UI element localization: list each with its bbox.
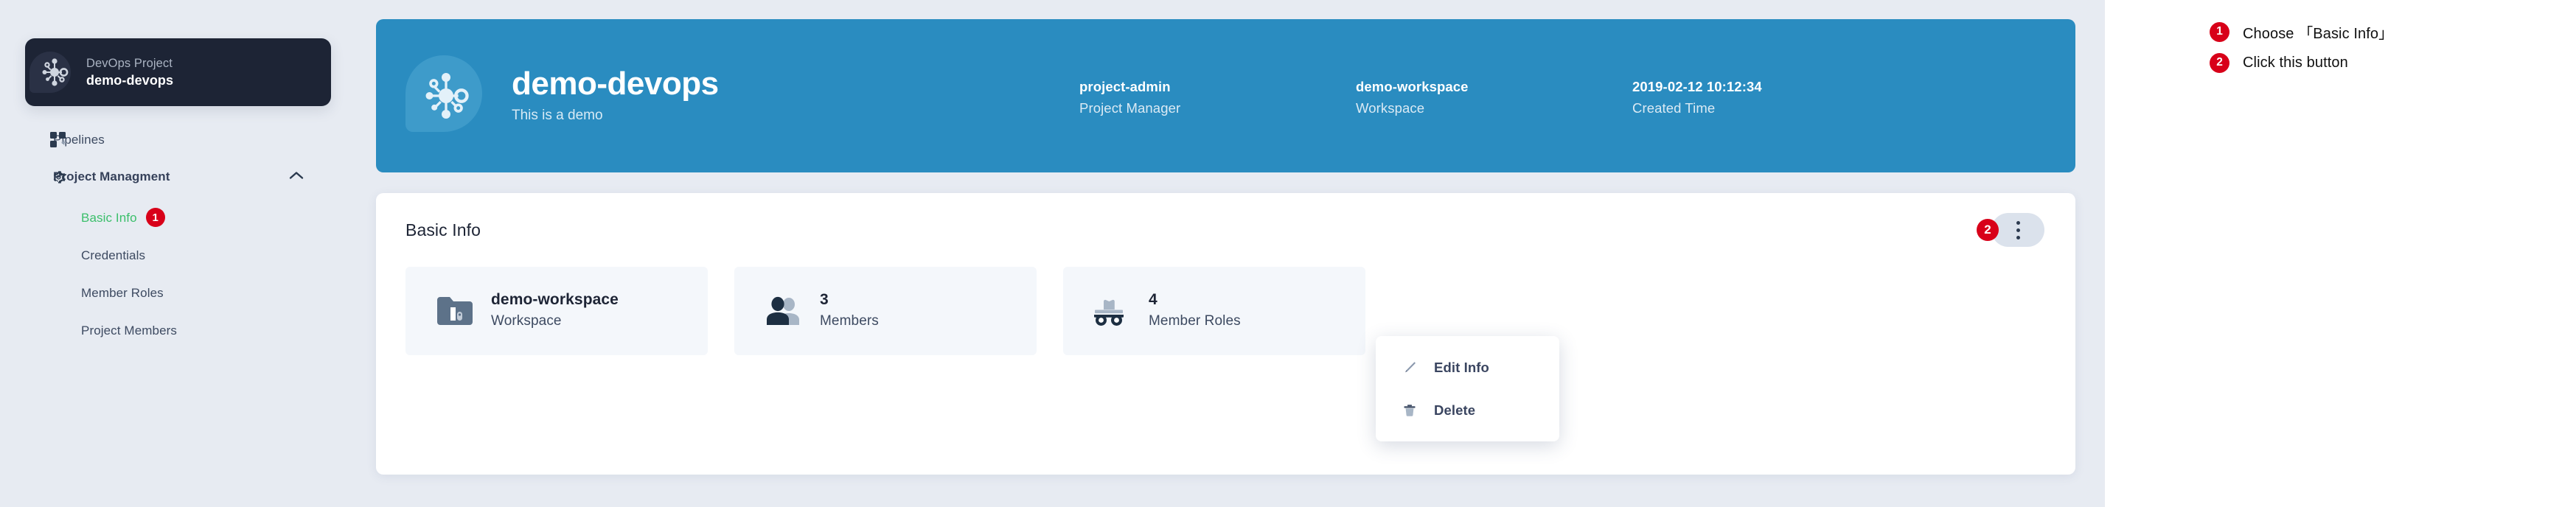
sidebar-item-label: Credentials <box>81 248 146 262</box>
sidebar-item-label: Member Roles <box>81 285 164 300</box>
actions-dropdown-menu: Edit Info Delete <box>1376 336 1559 441</box>
sidebar-item-project-managment[interactable]: Project Managment <box>0 161 376 193</box>
sidebar-item-basic-info[interactable]: Basic Info 1 <box>0 199 376 237</box>
hero-title-block: demo-devops This is a demo <box>512 65 1079 127</box>
hero-meta-value: demo-workspace <box>1356 79 1469 94</box>
stat-card-workspace[interactable]: demo-workspace Workspace <box>405 267 708 355</box>
hero-meta-created-time: 2019-02-12 10:12:34 Created Time <box>1632 77 1909 119</box>
pipelines-grid-icon <box>49 130 68 150</box>
stat-card-member-roles[interactable]: 4 Member Roles <box>1063 267 1365 355</box>
annotation-badge: 2 <box>2210 52 2229 73</box>
stat-card-members[interactable]: 3 Members <box>734 267 1037 355</box>
annotation-panel: 1 Choose 「Basic Info」 2 Click this butto… <box>2105 0 2576 507</box>
annotation-text: Click this button <box>2243 54 2348 71</box>
workspace-folder-icon <box>428 294 482 328</box>
annotation-badge: 1 <box>2210 21 2229 42</box>
stat-card-value: 3 <box>820 291 829 308</box>
page-title: demo-devops <box>512 66 719 102</box>
stat-card-label: Members <box>820 313 879 329</box>
stat-card-text: 3 Members <box>820 290 879 332</box>
sidebar-item-member-roles[interactable]: Member Roles <box>0 274 376 312</box>
menu-item-label: Delete <box>1434 402 1476 418</box>
stat-card-text: 4 Member Roles <box>1149 290 1241 332</box>
project-card-label: DevOps Project <box>86 57 173 70</box>
sidebar-group-project-managment: Project Managment Basic Info 1 Credentia… <box>0 161 376 349</box>
hero-meta-key: Created Time <box>1632 100 1716 116</box>
main-content: demo-devops This is a demo project-admin… <box>376 0 2105 507</box>
chevron-up-icon[interactable] <box>289 170 304 183</box>
panel-header-actions: 2 <box>1977 213 2044 247</box>
hero-meta-key: Workspace <box>1356 100 1425 116</box>
screen: DevOps Project demo-devops Pipelines Pro… <box>0 0 2576 507</box>
sidebar-item-credentials[interactable]: Credentials <box>0 237 376 274</box>
more-vertical-icon-dot <box>2016 228 2020 232</box>
hero-meta-workspace: demo-workspace Workspace <box>1356 77 1632 119</box>
hero-logo <box>405 55 487 136</box>
more-vertical-icon-dot <box>2016 220 2020 225</box>
sidebar-nav: Pipelines Project Managment Basic Info 1… <box>0 124 376 349</box>
more-vertical-icon-dot <box>2016 235 2020 239</box>
stat-card-text: demo-workspace Workspace <box>491 290 619 332</box>
annotation-text: Choose 「Basic Info」 <box>2243 25 2394 42</box>
devops-network-logo-icon <box>425 73 469 119</box>
sidebar-submenu: Basic Info 1 Credentials Member Roles Pr… <box>0 199 376 349</box>
stats-row: demo-workspace Workspace 3 Members 4 Mem… <box>376 267 2075 355</box>
more-actions-button[interactable] <box>1991 213 2044 247</box>
devops-network-logo-icon <box>42 58 69 86</box>
panel-header: Basic Info 2 <box>376 193 2075 267</box>
hero-meta-key: Project Manager <box>1079 100 1181 116</box>
sidebar-item-label: Basic Info <box>81 210 137 225</box>
sidebar-item-label: Project Managment <box>53 169 170 183</box>
project-logo <box>25 38 84 106</box>
panel-title: Basic Info <box>405 220 481 239</box>
trash-icon <box>1402 403 1427 418</box>
sidebar-item-project-members[interactable]: Project Members <box>0 312 376 349</box>
gear-icon <box>49 167 68 186</box>
sidebar-item-pipelines[interactable]: Pipelines <box>0 124 376 156</box>
menu-item-delete[interactable]: Delete <box>1376 389 1559 432</box>
hero-meta-value: 2019-02-12 10:12:34 <box>1632 79 1762 94</box>
hero-meta-value: project-admin <box>1079 79 1171 94</box>
hero-meta-group: project-admin Project Manager demo-works… <box>1079 77 1909 119</box>
stat-card-label: Workspace <box>491 313 562 329</box>
pencil-icon <box>1402 360 1427 375</box>
stat-card-value: demo-workspace <box>491 291 619 308</box>
project-card[interactable]: DevOps Project demo-devops <box>25 38 331 106</box>
members-people-icon <box>756 294 811 328</box>
annotation-step-2: 2 Click this button <box>2105 47 2576 78</box>
page-subtitle: This is a demo <box>512 108 603 123</box>
panel-step-badge: 2 <box>1977 219 1999 241</box>
project-card-text: DevOps Project demo-devops <box>84 55 173 89</box>
stat-card-label: Member Roles <box>1149 313 1241 329</box>
menu-item-edit-info[interactable]: Edit Info <box>1376 346 1559 389</box>
sidebar: DevOps Project demo-devops Pipelines Pro… <box>0 0 376 507</box>
project-hero-banner: demo-devops This is a demo project-admin… <box>376 19 2075 172</box>
app-region: DevOps Project demo-devops Pipelines Pro… <box>0 0 2105 507</box>
hero-meta-project-manager: project-admin Project Manager <box>1079 77 1356 119</box>
project-card-name: demo-devops <box>86 73 174 88</box>
sidebar-basic-info-badge: 1 <box>145 208 165 227</box>
annotation-step-1: 1 Choose 「Basic Info」 <box>2105 16 2576 47</box>
menu-item-label: Edit Info <box>1434 360 1489 375</box>
member-roles-incognito-icon <box>1085 294 1140 328</box>
basic-info-panel: Basic Info 2 demo-workspace Workspace 3 … <box>376 193 2075 475</box>
sidebar-item-label: Project Members <box>81 323 177 338</box>
stat-card-value: 4 <box>1149 291 1158 308</box>
